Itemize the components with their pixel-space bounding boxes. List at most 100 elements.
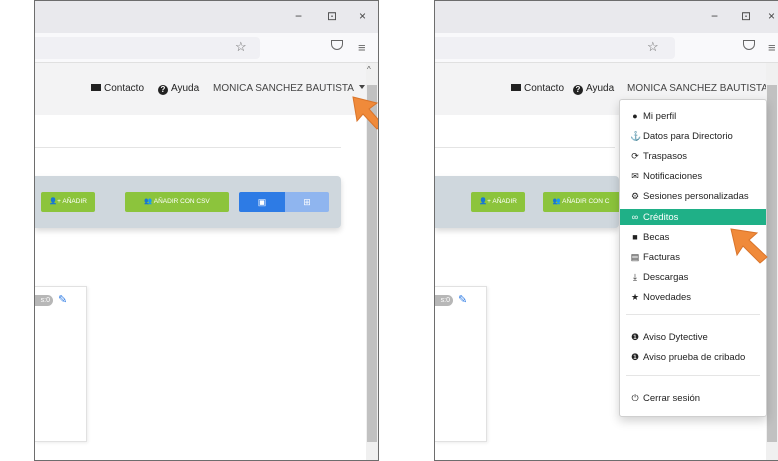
alert-icon: ❶ bbox=[630, 352, 640, 362]
maximize-icon[interactable]: ⊡ bbox=[741, 9, 751, 23]
help-link[interactable]: ? Ayuda bbox=[573, 83, 614, 95]
user-menu-toggle[interactable]: MONICA SANCHEZ BAUTISTA bbox=[213, 83, 365, 94]
section-divider bbox=[435, 147, 615, 148]
star-icon: ★ bbox=[630, 292, 640, 302]
browser-window-before: − ⊡ × ☆ ≡ Contacto ? Ayuda MONICA SANCHEZ… bbox=[34, 0, 379, 461]
menu-item-label: Facturas bbox=[643, 252, 680, 263]
address-toolbar: ☆ ≡ bbox=[35, 33, 378, 63]
actions-toolbar: 👤+ AÑADIR 👥 AÑADIR CON CSV ▣ ⊞ bbox=[35, 176, 341, 228]
add-button[interactable]: 👤+ AÑADIR bbox=[471, 192, 525, 212]
alert-icon: ❶ bbox=[630, 332, 640, 342]
menu-divider bbox=[626, 375, 760, 376]
menu-item-novedades[interactable]: ★ Novedades bbox=[620, 289, 766, 305]
menu-item-label: Traspasos bbox=[643, 151, 687, 162]
url-input[interactable] bbox=[435, 37, 675, 59]
caret-down-icon bbox=[358, 85, 365, 89]
actions-toolbar: 👤+ AÑADIR 👥 AÑADIR CON C bbox=[435, 176, 619, 228]
add-csv-button[interactable]: 👥 AÑADIR CON C bbox=[543, 192, 619, 212]
menu-item-label: Descargas bbox=[643, 272, 689, 283]
download-icon: ⤓ bbox=[633, 272, 637, 282]
gift-icon: ■ bbox=[632, 232, 638, 242]
count-badge: s:0 bbox=[435, 295, 453, 306]
question-icon: ? bbox=[573, 85, 583, 95]
menu-item-datos-directorio[interactable]: ⚓ Datos para Directorio bbox=[620, 128, 766, 144]
pointer-arrow-icon bbox=[352, 96, 378, 130]
close-icon[interactable]: × bbox=[768, 9, 775, 23]
user-name: MONICA SANCHEZ BAUTISTA bbox=[213, 83, 354, 94]
cogs-icon: ⚙ bbox=[630, 191, 640, 201]
contact-link[interactable]: Contacto bbox=[91, 83, 144, 94]
menu-item-traspasos[interactable]: ⟳ Traspasos bbox=[620, 148, 766, 164]
contact-label: Contacto bbox=[104, 83, 145, 94]
user-icon: ● bbox=[632, 111, 638, 121]
envelope-icon bbox=[511, 84, 521, 91]
title-bar: − ⊡ × bbox=[435, 1, 778, 33]
section-divider bbox=[35, 147, 341, 148]
menu-divider bbox=[626, 314, 760, 315]
infinity-icon: ∞ bbox=[631, 212, 639, 222]
student-card: s:0 ✎ bbox=[35, 286, 87, 442]
scroll-up-icon[interactable]: ^ bbox=[367, 65, 371, 74]
menu-item-label: Mi perfil bbox=[643, 111, 677, 122]
help-label: Ayuda bbox=[171, 83, 200, 94]
menu-item-aviso-cribado[interactable]: ❶ Aviso prueba de cribado bbox=[620, 349, 766, 365]
scroll-thumb[interactable] bbox=[367, 85, 377, 442]
add-label: AÑADIR bbox=[62, 198, 87, 205]
bookmark-star-icon[interactable]: ☆ bbox=[235, 39, 247, 55]
menu-item-descargas[interactable]: ⤓ Descargas bbox=[620, 269, 766, 285]
minimize-icon[interactable]: − bbox=[711, 9, 718, 23]
menu-item-label: Novedades bbox=[643, 292, 692, 303]
question-icon: ? bbox=[158, 85, 168, 95]
edit-icon[interactable]: ✎ bbox=[458, 293, 467, 306]
menu-item-aviso-dytective[interactable]: ❶ Aviso Dytective bbox=[620, 329, 766, 345]
hamburger-menu-icon[interactable]: ≡ bbox=[768, 40, 776, 55]
pocket-icon[interactable] bbox=[331, 40, 343, 50]
menu-item-label: Datos para Directorio bbox=[643, 131, 733, 142]
menu-item-cerrar-sesion[interactable]: ⏻ Cerrar sesión bbox=[620, 390, 766, 406]
add-csv-label: AÑADIR CON CSV bbox=[153, 198, 210, 205]
add-csv-label: AÑADIR CON C bbox=[562, 198, 610, 205]
id-card-icon: ▣ bbox=[257, 197, 267, 207]
menu-item-label: Cerrar sesión bbox=[643, 393, 701, 404]
hamburger-menu-icon[interactable]: ≡ bbox=[358, 40, 366, 55]
edit-icon[interactable]: ✎ bbox=[58, 293, 67, 306]
grid-icon: ⊞ bbox=[303, 197, 311, 207]
grid-view-button[interactable]: ⊞ bbox=[285, 192, 329, 212]
site-navbar: Contacto ? Ayuda MONICA SANCHEZ BAUTISTA bbox=[35, 63, 378, 115]
student-card: s:0 ✎ bbox=[435, 286, 487, 442]
url-input[interactable] bbox=[35, 37, 260, 59]
close-icon[interactable]: × bbox=[359, 9, 366, 23]
menu-item-mi-perfil[interactable]: ● Mi perfil bbox=[620, 108, 766, 124]
pointer-arrow-icon bbox=[730, 228, 768, 264]
user-name: MONICA SANCHEZ BAUTISTA bbox=[627, 83, 768, 94]
menu-item-label: Aviso prueba de cribado bbox=[643, 352, 746, 363]
envelope-icon bbox=[91, 84, 101, 91]
bookmark-star-icon[interactable]: ☆ bbox=[647, 39, 659, 55]
invoice-icon: ▤ bbox=[630, 252, 640, 262]
add-button[interactable]: 👤+ AÑADIR bbox=[41, 192, 95, 212]
anchor-icon: ⚓ bbox=[630, 131, 642, 141]
minimize-icon[interactable]: − bbox=[295, 9, 302, 23]
menu-item-label: Créditos bbox=[643, 212, 679, 223]
power-icon: ⏻ bbox=[631, 393, 639, 403]
add-user-icon: 👤+ bbox=[479, 198, 493, 205]
menu-item-label: Sesiones personalizadas bbox=[643, 191, 749, 202]
add-csv-button[interactable]: 👥 AÑADIR CON CSV bbox=[125, 192, 229, 212]
contact-link[interactable]: Contacto bbox=[511, 83, 564, 94]
address-toolbar: ☆ ≡ bbox=[435, 33, 778, 63]
card-view-button[interactable]: ▣ bbox=[239, 192, 285, 212]
user-menu-toggle[interactable]: MONICA SANCHEZ BAUTISTA bbox=[627, 83, 778, 94]
help-label: Ayuda bbox=[586, 83, 615, 94]
help-link[interactable]: ? Ayuda bbox=[158, 83, 199, 95]
add-label: AÑADIR bbox=[492, 198, 517, 205]
menu-item-sesiones[interactable]: ⚙ Sesiones personalizadas bbox=[620, 188, 766, 204]
refresh-icon: ⟳ bbox=[631, 151, 639, 161]
menu-item-label: Becas bbox=[643, 232, 670, 243]
title-bar: − ⊡ × bbox=[35, 1, 378, 33]
add-user-icon: 👤+ bbox=[49, 198, 63, 205]
users-icon: 👥 bbox=[144, 198, 154, 205]
count-badge: s:0 bbox=[35, 295, 53, 306]
pocket-icon[interactable] bbox=[743, 40, 755, 50]
maximize-icon[interactable]: ⊡ bbox=[327, 9, 337, 23]
menu-item-notificaciones[interactable]: ✉ Notificaciones bbox=[620, 168, 766, 184]
